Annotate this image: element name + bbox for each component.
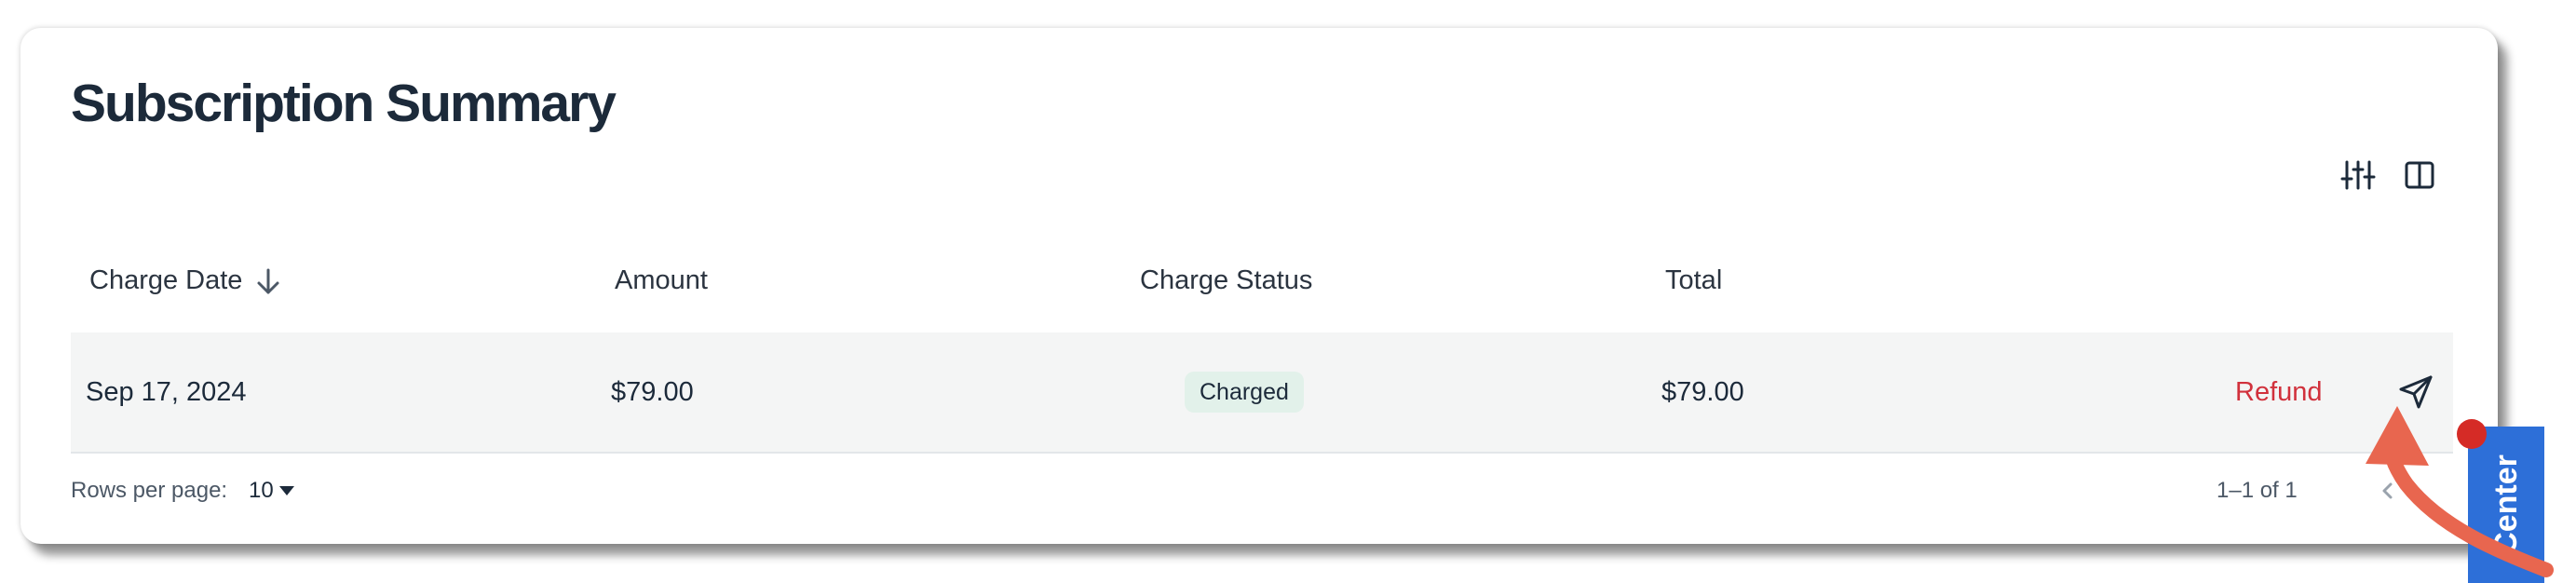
table-header: Charge Date Amount Charge Status Total [71,228,2453,334]
caret-down-icon[interactable] [279,485,294,496]
amount-cell: $79.00 [611,377,694,407]
column-header-amount[interactable]: Amount [615,228,708,332]
subscription-summary-card: Subscription Summary Charge Date Amount … [20,28,2498,544]
column-header-label: Charge Date [89,265,243,295]
columns-icon[interactable] [2401,156,2438,194]
column-header-charge-status[interactable]: Charge Status [1140,228,1312,332]
column-header-charge-date[interactable]: Charge Date [89,228,283,332]
annotation-dot [2457,419,2487,449]
column-header-total[interactable]: Total [1665,228,1722,332]
charge-date-cell: Sep 17, 2024 [86,377,247,407]
help-center-tab[interactable]: Center [2468,427,2544,583]
help-center-label: Center [2488,454,2524,555]
refund-button[interactable]: Refund [2235,332,2323,452]
chevron-left-icon[interactable] [2373,476,2403,506]
table-row: Sep 17, 2024 $79.00 Charged $79.00 Refun… [71,332,2453,454]
sliders-icon[interactable] [2339,156,2377,194]
send-icon[interactable] [2397,373,2434,411]
arrow-down-icon[interactable] [253,266,283,296]
total-cell: $79.00 [1661,377,1744,407]
table-pagination: Rows per page: 10 1–1 of 1 [71,454,2453,528]
status-badge: Charged [1185,372,1304,413]
rows-per-page-label: Rows per page: [71,478,228,503]
page-title: Subscription Summary [71,74,617,133]
pagination-range: 1–1 of 1 [2217,478,2298,503]
rows-per-page-select[interactable]: 10 [249,454,274,528]
